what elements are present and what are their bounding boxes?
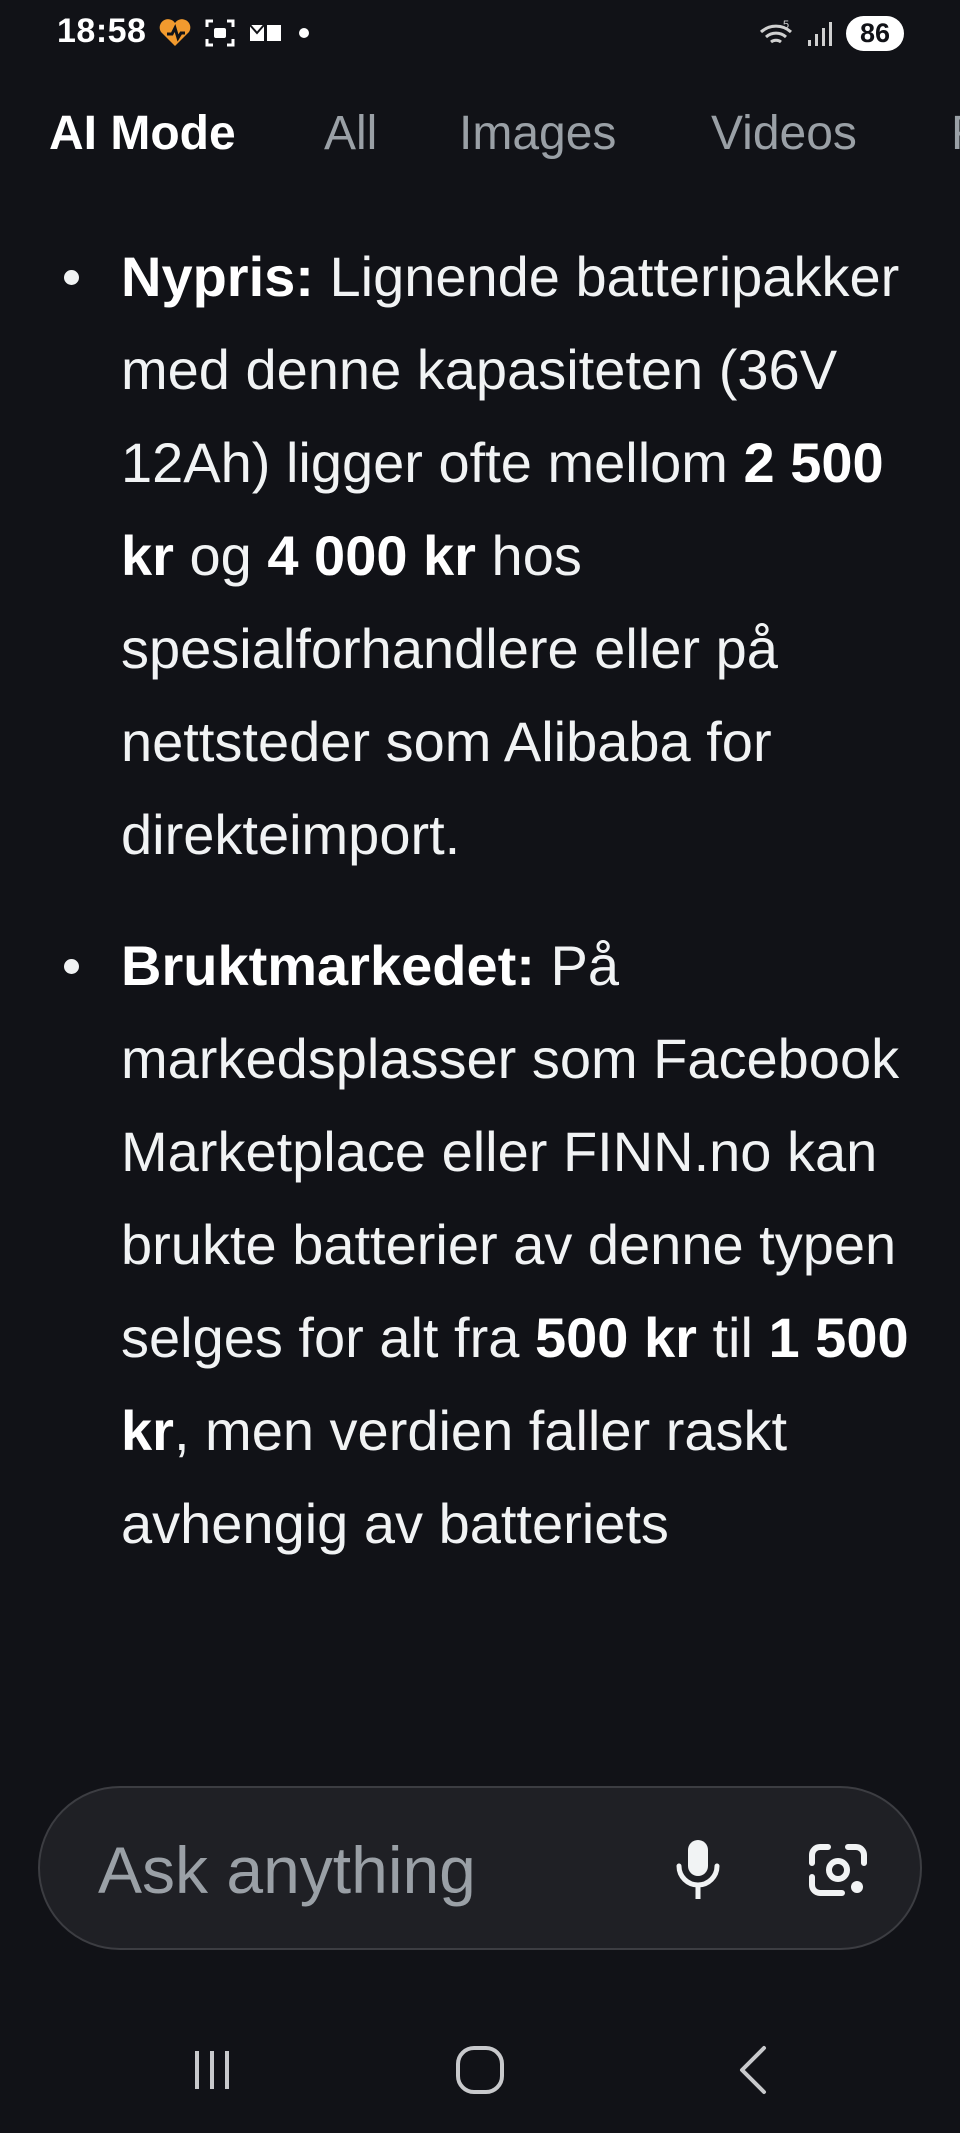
bullet-text: til bbox=[696, 1306, 769, 1369]
home-button[interactable] bbox=[440, 2030, 520, 2110]
bullet-text: , men verdien faller raskt avhengig av b… bbox=[121, 1399, 788, 1555]
tab-videos[interactable]: Videos bbox=[711, 106, 857, 161]
price-value: 4 000 kr bbox=[267, 524, 476, 587]
system-nav-bar bbox=[0, 2010, 960, 2120]
tab-images[interactable]: Images bbox=[459, 106, 616, 161]
list-item: Bruktmarkedet: På markedsplasser som Fac… bbox=[0, 919, 960, 1570]
content-fade bbox=[0, 1710, 960, 1750]
home-icon bbox=[456, 2046, 504, 2094]
bullet-text: og bbox=[173, 524, 268, 587]
wifi-icon: 5 bbox=[759, 19, 793, 43]
lens-search-button[interactable] bbox=[798, 1830, 878, 1910]
bullet-term: Nypris: bbox=[121, 245, 314, 308]
signal-icon bbox=[808, 21, 832, 46]
recents-button[interactable] bbox=[172, 2030, 252, 2110]
screenshot-icon bbox=[205, 19, 235, 47]
tab-overflow[interactable]: F bbox=[951, 106, 960, 161]
ask-bar[interactable]: Ask anything bbox=[38, 1786, 922, 1950]
media-icon bbox=[249, 24, 281, 41]
status-bar: 18:58 5 86 bbox=[0, 0, 960, 70]
tab-ai-mode[interactable]: AI Mode bbox=[49, 106, 236, 161]
mic-icon bbox=[676, 1840, 720, 1899]
tab-all[interactable]: All bbox=[324, 106, 377, 161]
google-lens-icon bbox=[809, 1844, 867, 1896]
answer-bullet-list: Nypris: Lignende batteripakker med denne… bbox=[0, 230, 960, 1570]
status-notification-icons bbox=[158, 18, 312, 48]
list-item: Nypris: Lignende batteripakker med denne… bbox=[0, 230, 960, 881]
status-time: 18:58 bbox=[57, 12, 147, 50]
search-mode-tabs: AI Mode All Images Videos F bbox=[0, 100, 960, 180]
battery-level: 86 bbox=[846, 16, 904, 51]
back-icon bbox=[740, 2046, 766, 2094]
back-button[interactable] bbox=[712, 2030, 792, 2110]
ai-answer-content: Nypris: Lignende batteripakker med denne… bbox=[0, 230, 960, 1750]
bullet-text: På markedsplasser som Facebook Marketpla… bbox=[121, 934, 900, 1369]
voice-search-button[interactable] bbox=[658, 1830, 738, 1910]
bullet-term: Bruktmarkedet: bbox=[121, 934, 535, 997]
price-value: 500 kr bbox=[534, 1306, 697, 1369]
dot-icon bbox=[299, 28, 309, 38]
status-system-icons: 5 86 bbox=[758, 16, 904, 51]
bullet-dot bbox=[64, 270, 79, 285]
recents-icon bbox=[195, 2051, 229, 2089]
wifi-band-label: 5 bbox=[783, 19, 789, 31]
heart-app-icon bbox=[159, 19, 191, 46]
bullet-dot bbox=[64, 959, 79, 974]
ask-input[interactable]: Ask anything bbox=[98, 1832, 476, 1908]
